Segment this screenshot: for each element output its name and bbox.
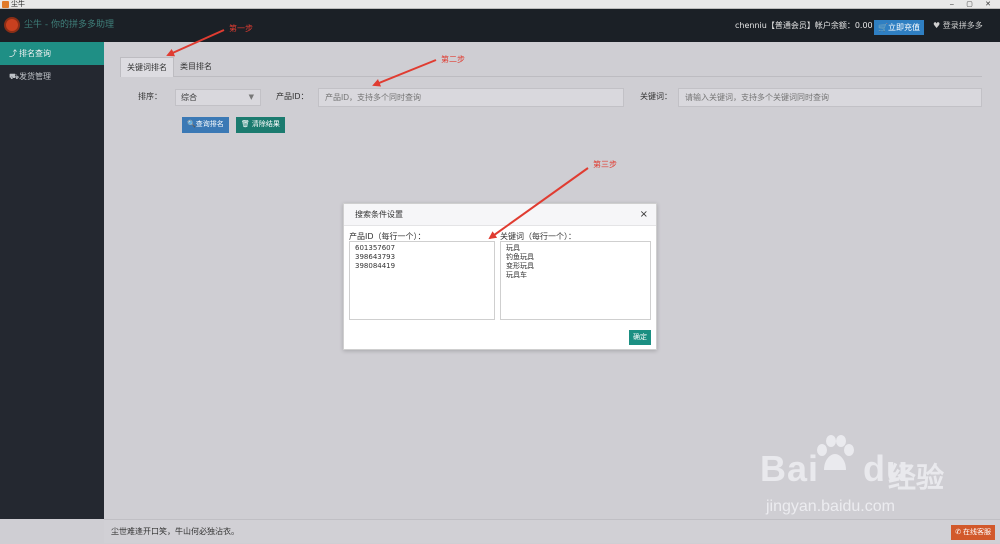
chart-line-icon: ⤴ bbox=[9, 49, 17, 58]
step2-annotation: 第二步 bbox=[441, 55, 465, 64]
chat-icon: ✆ bbox=[955, 529, 963, 536]
cart-icon: 🛒 bbox=[878, 23, 888, 32]
recharge-button[interactable]: 🛒立即充值 bbox=[874, 20, 924, 35]
step1-annotation: 第一步 bbox=[229, 24, 253, 33]
confirm-button[interactable]: 确定 bbox=[629, 330, 651, 345]
clear-results-button[interactable]: 🗑 清除结果 bbox=[236, 117, 285, 133]
sort-select[interactable]: 综合 ▼ bbox=[175, 89, 261, 106]
brand-logo-icon bbox=[4, 17, 20, 33]
sidebar-item-label: 发货管理 bbox=[19, 72, 51, 81]
dialog-title: 搜索条件设置 bbox=[355, 210, 403, 219]
search-settings-dialog: 搜索条件设置 × 产品ID（每行一个）： 601357607 398643793… bbox=[343, 203, 657, 350]
sort-label: 排序： bbox=[138, 92, 162, 101]
keyword-input[interactable] bbox=[678, 88, 982, 107]
trash-icon: 🗑 bbox=[241, 121, 252, 128]
heart-icon: ♥ bbox=[933, 21, 943, 30]
sidebar-item-shipping[interactable]: ⛟发货管理 bbox=[0, 65, 104, 88]
search-icon: 🔍 bbox=[187, 121, 196, 128]
product-ids-textarea[interactable]: 601357607 398643793 398084419 bbox=[349, 241, 495, 320]
login-label: 登录拼多多 bbox=[942, 21, 983, 30]
watermark-cn: 经验 bbox=[888, 461, 945, 494]
brand-title: 尘牛 - 你的拼多多助理 bbox=[24, 20, 114, 30]
sidebar: ⤴ 排名查询 ⛟发货管理 bbox=[0, 42, 104, 519]
chevron-down-icon: ▼ bbox=[248, 93, 254, 101]
query-button-label: 查询排名 bbox=[195, 121, 224, 128]
account-info: chenniu【普通会员】帐户余额：0.00 元 bbox=[735, 21, 884, 30]
app-header: 尘牛 - 你的拼多多助理 chenniu【普通会员】帐户余额：0.00 元 🛒立… bbox=[0, 9, 1000, 42]
sidebar-item-label: 排名查询 bbox=[19, 49, 51, 58]
query-rank-button[interactable]: 🔍查询排名 bbox=[182, 117, 229, 133]
watermark-brand: Bai du bbox=[760, 448, 910, 489]
close-icon[interactable]: × bbox=[640, 204, 648, 226]
footer-bar: 尘世难逢开口笑，牛山何必独沾衣。 ✆ 在线客服 bbox=[104, 519, 1000, 543]
service-label: 在线客服 bbox=[963, 529, 991, 536]
tab-category-rank[interactable]: 类目排名 bbox=[174, 57, 218, 77]
clear-button-label: 清除结果 bbox=[251, 121, 280, 128]
watermark-url: jingyan.baidu.com bbox=[766, 498, 895, 515]
product-id-input[interactable] bbox=[318, 88, 624, 107]
online-service-button[interactable]: ✆ 在线客服 bbox=[951, 525, 995, 540]
product-id-label: 产品ID： bbox=[276, 92, 309, 101]
window-titlebar: 尘牛 ‒ ▢ ✕ bbox=[0, 0, 1000, 9]
tab-keyword-rank[interactable]: 关键词排名 bbox=[120, 57, 174, 77]
step3-annotation: 第三步 bbox=[593, 160, 617, 169]
dialog-header: 搜索条件设置 × bbox=[344, 204, 656, 226]
app-icon bbox=[2, 1, 9, 8]
truck-icon: ⛟ bbox=[9, 72, 20, 81]
window-controls[interactable]: ‒ ▢ ✕ bbox=[950, 0, 996, 9]
keyword-label: 关键词： bbox=[640, 92, 672, 101]
sort-value: 综合 bbox=[181, 93, 197, 102]
keywords-textarea[interactable]: 玩具 钓鱼玩具 变形玩具 玩具车 bbox=[500, 241, 651, 320]
baidu-jingyan-watermark: Bai du 经验 jingyan.baidu.com bbox=[760, 435, 990, 528]
tab-bar: 关键词排名 类目排名 bbox=[120, 57, 982, 77]
footer-quote: 尘世难逢开口笑，牛山何必独沾衣。 bbox=[111, 527, 239, 536]
login-pinduoduo-link[interactable]: ♥ 登录拼多多 bbox=[933, 9, 983, 42]
window-title: 尘牛 bbox=[11, 0, 25, 8]
recharge-label: 立即充值 bbox=[887, 23, 920, 32]
sidebar-item-rank-query[interactable]: ⤴ 排名查询 bbox=[0, 42, 104, 65]
